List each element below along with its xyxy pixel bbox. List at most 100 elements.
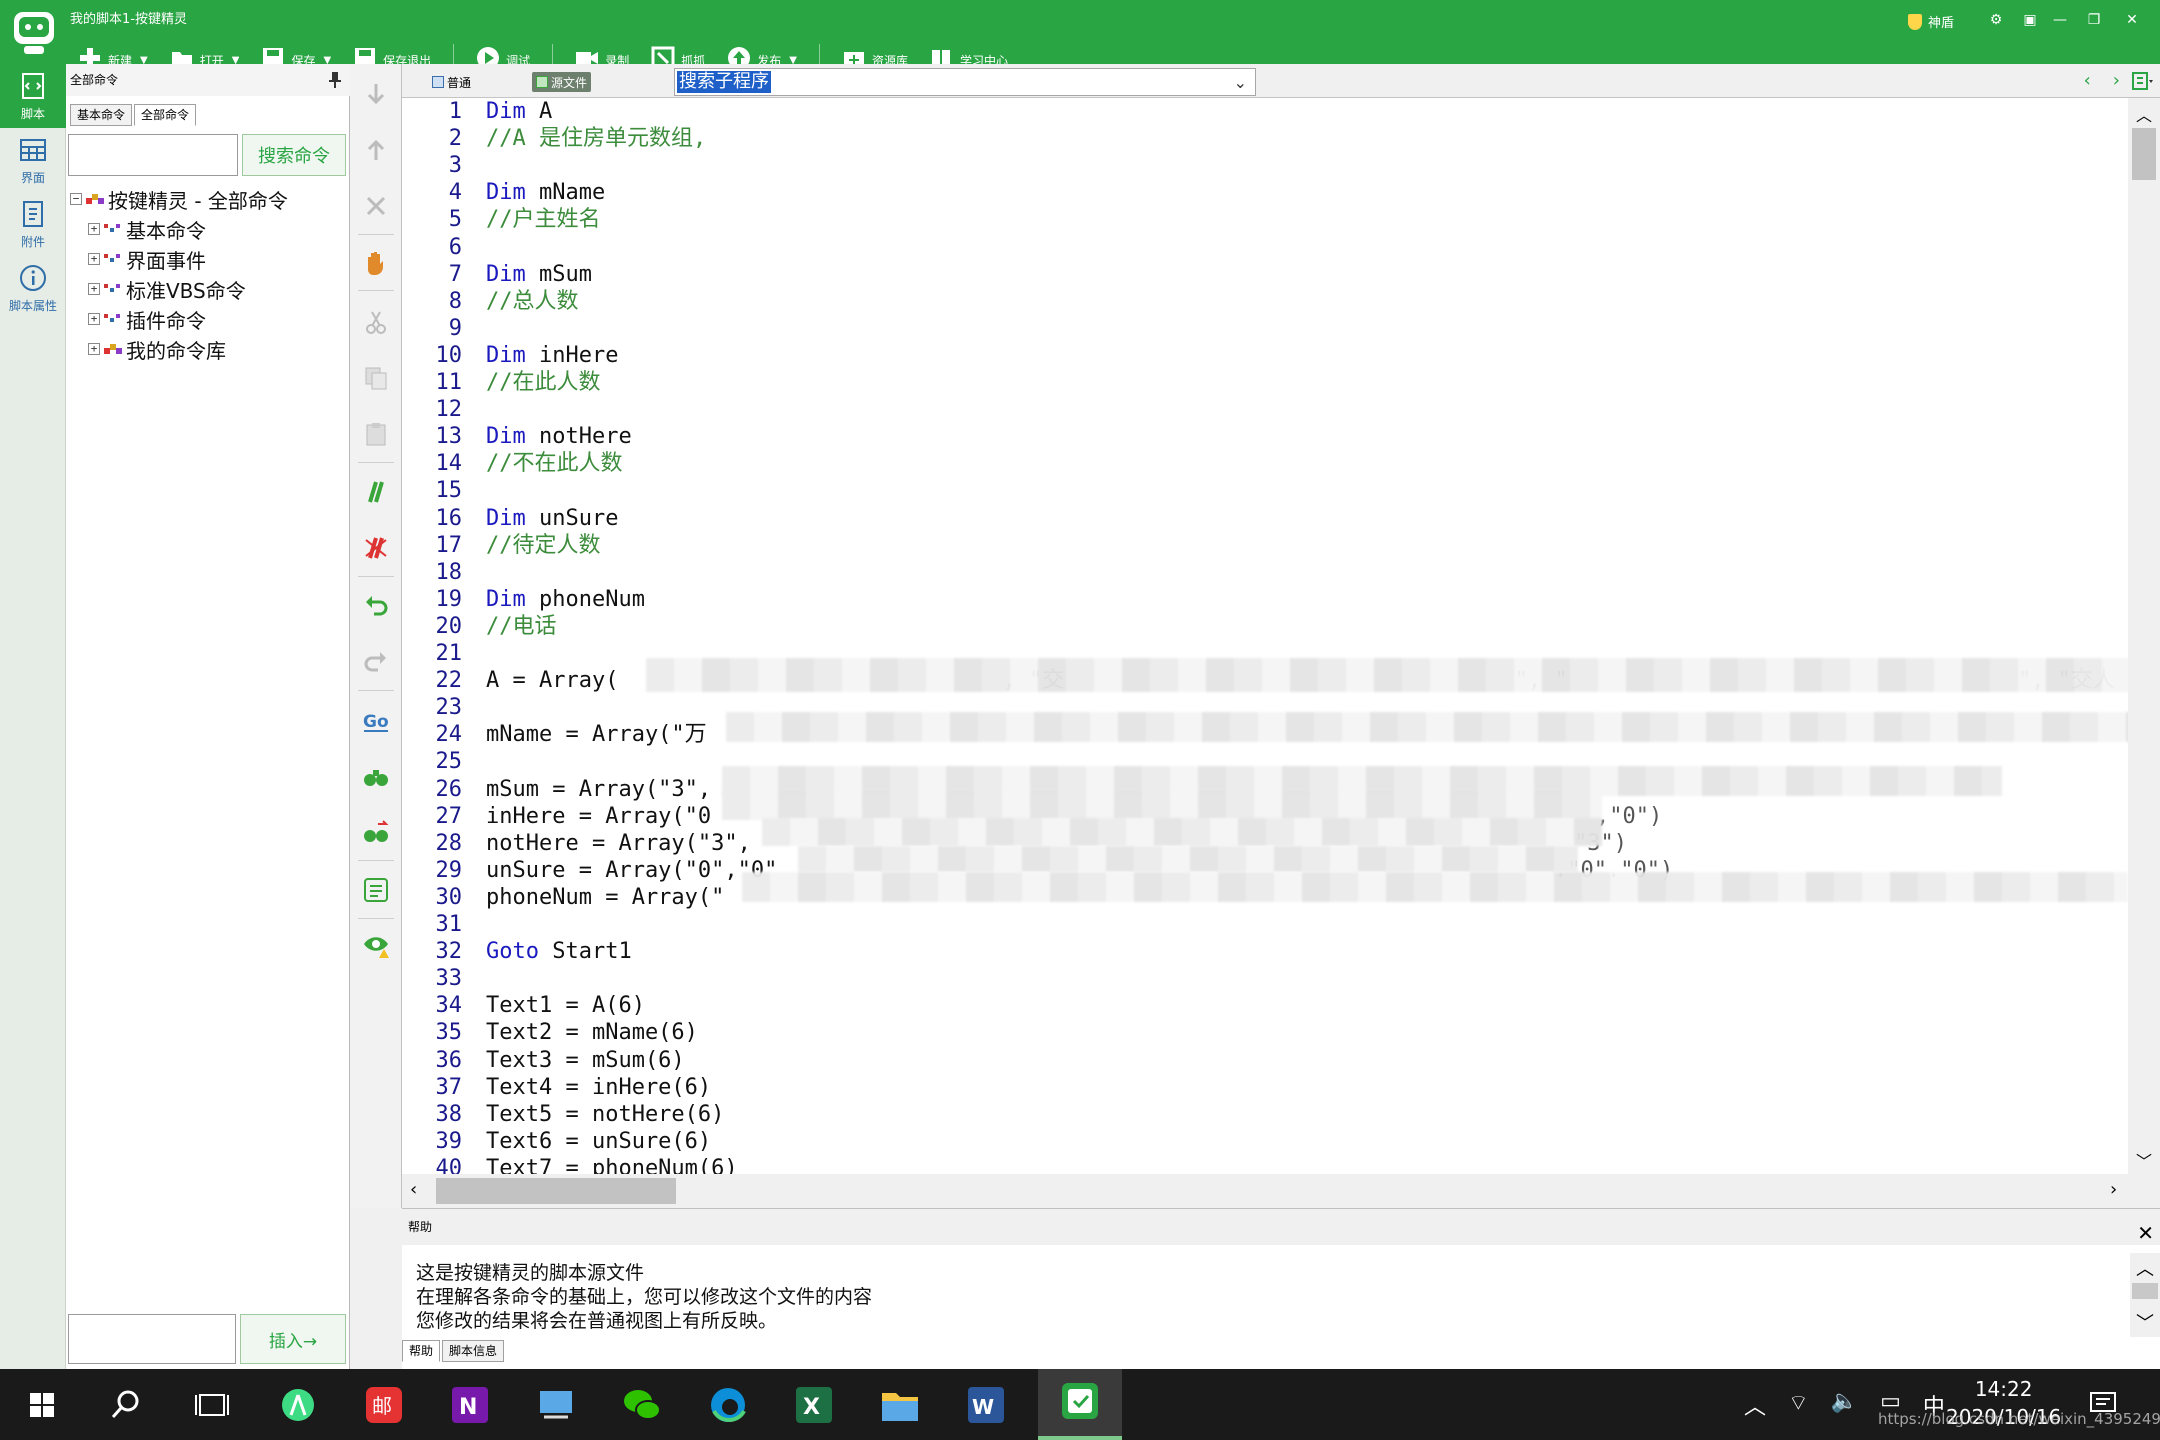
mail-master-icon[interactable]: 邮 (362, 1383, 406, 1427)
restore-mini-icon[interactable]: ▣ (2020, 10, 2040, 30)
eye-warning-icon[interactable] (362, 932, 390, 960)
open-button[interactable]: 打开 ▼ (170, 40, 240, 64)
debug-button[interactable]: 调试 (476, 40, 530, 64)
save-exit-button[interactable]: 保存退出 (353, 40, 431, 64)
pin-icon[interactable] (328, 72, 342, 88)
tab-all-commands[interactable]: 全部命令 (134, 104, 197, 126)
editor-vertical-scrollbar[interactable]: ︿ ﹀ (2128, 98, 2160, 1174)
publish-button[interactable]: 发布 ▼ (727, 40, 797, 64)
collapse-icon[interactable]: − (70, 193, 82, 205)
save-button[interactable]: 保存 ▼ (261, 40, 331, 64)
copy-icon[interactable] (362, 364, 390, 392)
notification-icon[interactable] (2088, 1389, 2118, 1419)
chevron-down-icon[interactable]: ▼ (789, 55, 797, 64)
tree-item-plugins[interactable]: + 插件命令 (70, 304, 346, 334)
scroll-down-icon[interactable]: ﹀ (2136, 1309, 2154, 1335)
chevron-left-icon[interactable]: ‹ (2084, 70, 2091, 91)
code-line[interactable]: //电话 (486, 613, 557, 640)
code-line[interactable]: Dim notHere (486, 423, 632, 450)
shield-button[interactable]: 神盾 (1908, 12, 1954, 31)
nav-ui[interactable]: 界面 (0, 128, 66, 192)
minimize-icon[interactable]: — (2050, 10, 2070, 30)
nav-attachment[interactable]: 附件 (0, 192, 66, 256)
code-line[interactable]: notHere = Array("3","3") (486, 830, 1627, 857)
scroll-thumb[interactable] (436, 1178, 676, 1204)
paste-icon[interactable] (362, 420, 390, 448)
chevron-up-icon[interactable]: ︿ (1744, 1389, 1766, 1421)
search-command-button[interactable]: 搜索命令 (242, 134, 346, 176)
word-icon[interactable]: W (964, 1383, 1008, 1427)
anjian-jingling-taskbar-icon[interactable] (1038, 1369, 1122, 1440)
volume-icon[interactable]: 🔈 (1831, 1389, 1858, 1421)
command-search-input[interactable] (68, 134, 238, 176)
redo-icon[interactable] (362, 648, 390, 676)
excel-icon[interactable]: X (792, 1383, 836, 1427)
move-down-icon[interactable] (362, 80, 390, 108)
code-line[interactable]: Dim inHere (486, 342, 618, 369)
code-line[interactable]: Dim phoneNum (486, 586, 645, 613)
close-icon[interactable]: ✕ (2137, 1215, 2154, 1251)
nav-script[interactable]: 脚本 (0, 64, 66, 128)
expand-icon[interactable]: + (88, 253, 100, 265)
tree-item-vbs[interactable]: + 标准VBS命令 (70, 274, 346, 304)
code-line[interactable]: Dim mSum (486, 261, 592, 288)
chevron-down-icon[interactable]: ▼ (232, 55, 240, 64)
wechat-icon[interactable] (620, 1383, 664, 1427)
goto-icon[interactable]: Go (362, 706, 390, 734)
scroll-up-icon[interactable]: ︿ (2136, 1255, 2154, 1281)
code-line[interactable]: Text7 = phoneNum(6) (486, 1155, 738, 1174)
code-line[interactable]: Dim A (486, 98, 552, 125)
close-icon[interactable]: ✕ (2122, 10, 2142, 30)
task-view-icon[interactable] (190, 1383, 234, 1427)
delete-icon[interactable] (362, 192, 390, 220)
code-line[interactable]: mSum = Array("3", (486, 776, 711, 803)
tab-source-view[interactable]: 源文件 (532, 72, 592, 92)
view-mode-icon[interactable] (2132, 72, 2154, 90)
code-line[interactable]: //户主姓名 (486, 206, 601, 233)
expand-icon[interactable]: + (88, 283, 100, 295)
chevron-down-icon[interactable]: ▼ (323, 55, 331, 64)
tab-basic-commands[interactable]: 基本命令 (70, 104, 133, 126)
code-line[interactable]: Text6 = unSure(6) (486, 1128, 711, 1155)
edge-icon[interactable] (706, 1383, 750, 1427)
replace-icon[interactable] (362, 818, 390, 846)
tree-item-basic[interactable]: + 基本命令 (70, 214, 346, 244)
chevron-down-icon[interactable]: ⌄ (1234, 73, 1247, 92)
search-icon[interactable] (104, 1383, 148, 1427)
remote-desktop-icon[interactable] (534, 1383, 578, 1427)
tree-root[interactable]: − 按键精灵 - 全部命令 (70, 184, 346, 214)
move-up-icon[interactable] (362, 136, 390, 164)
editor-horizontal-scrollbar[interactable]: ‹ › (402, 1174, 2160, 1208)
help-scrollbar[interactable]: ︿ ﹀ (2130, 1253, 2160, 1337)
scroll-left-icon[interactable]: ‹ (410, 1179, 417, 1200)
code-line[interactable]: Text5 = notHere(6) (486, 1101, 724, 1128)
code-line[interactable]: Dim mName (486, 179, 605, 206)
scroll-right-icon[interactable]: › (2110, 1179, 2117, 1200)
code-line[interactable]: Dim unSure (486, 505, 618, 532)
insert-button[interactable]: 插入→ (240, 1314, 346, 1364)
gear-icon[interactable]: ⚙ (1986, 10, 2006, 30)
cut-icon[interactable] (362, 308, 390, 336)
scroll-thumb[interactable] (2132, 128, 2156, 180)
android-studio-icon[interactable] (276, 1383, 320, 1427)
subroutine-select[interactable]: 搜索子程序 ⌄ (674, 68, 1256, 96)
code-line[interactable]: Text4 = inHere(6) (486, 1074, 711, 1101)
insert-input[interactable] (68, 1314, 236, 1364)
maximize-icon[interactable]: ❐ (2084, 10, 2104, 30)
file-explorer-icon[interactable] (878, 1383, 922, 1427)
code-line[interactable]: //A 是住房单元数组, (486, 125, 706, 152)
undo-icon[interactable] (362, 592, 390, 620)
wifi-icon[interactable]: ⌔ (1788, 1389, 1809, 1421)
code-editor[interactable]: 1 2 3 4 5 6 7 8 9 10 11 12 13 14 15 16 17 18 19 20 21 22 23 24 2… (402, 98, 2128, 1174)
scroll-up-icon[interactable]: ︿ (2136, 102, 2152, 126)
chevron-down-icon[interactable]: ▼ (140, 55, 148, 64)
code-line[interactable]: inHere = Array("0 ,"0") (486, 803, 1662, 830)
expand-icon[interactable]: + (88, 343, 100, 355)
code-line[interactable]: phoneNum = Array(" (486, 884, 724, 911)
code-line[interactable]: //在此人数 (486, 369, 601, 396)
scroll-thumb[interactable] (2132, 1283, 2158, 1299)
tab-script-info[interactable]: 脚本信息 (442, 1340, 505, 1362)
code-line[interactable]: //总人数 (486, 288, 579, 315)
code-line[interactable]: Text2 = mName(6) (486, 1019, 698, 1046)
tree-item-ui-events[interactable]: + 界面事件 (70, 244, 346, 274)
